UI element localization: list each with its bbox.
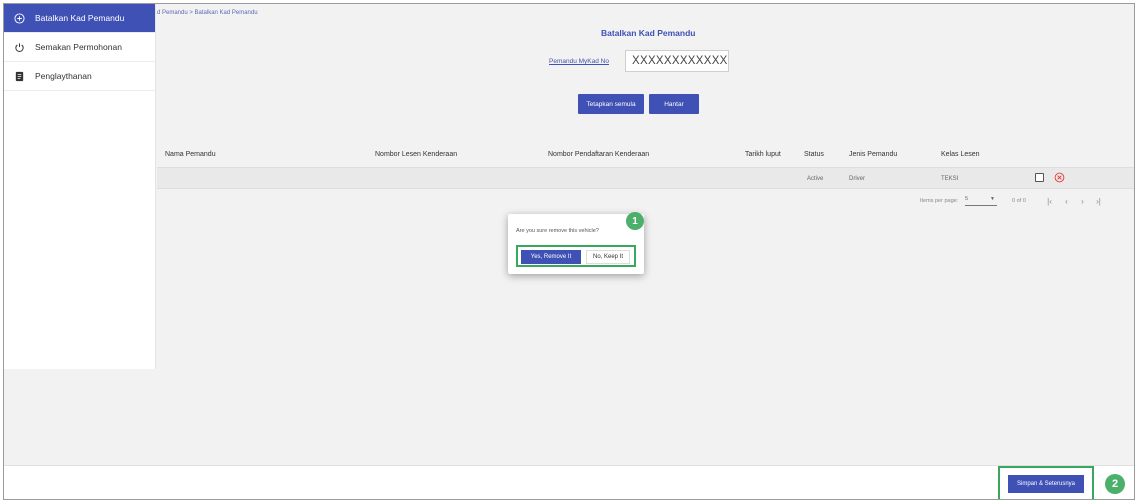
dialog-message: Are you sure remove this vehicle?	[516, 228, 599, 234]
mykad-label: Pemandu MyKad No	[549, 58, 609, 65]
first-page-icon[interactable]: |‹	[1045, 196, 1054, 206]
sidebar-item-label: Penglaythanan	[35, 71, 92, 81]
page-size-value: 5	[965, 196, 969, 202]
plus-circle-icon	[14, 12, 25, 24]
cell-status: Active	[807, 176, 824, 182]
step-badge-1: 1	[626, 212, 644, 230]
page-title: Batalkan Kad Pemandu	[601, 28, 696, 38]
submit-button[interactable]: Hantar	[649, 94, 699, 114]
table-header: Nama Pemandu Nombor Lesen Kenderaan Nomb…	[157, 142, 1134, 166]
save-continue-button[interactable]: Simpan & Seterusnya	[1008, 475, 1084, 493]
column-header: Tarikh luput	[745, 151, 781, 158]
cell-jenis: Driver	[849, 176, 865, 182]
column-header: Nama Pemandu	[165, 151, 216, 158]
confirm-dialog: Are you sure remove this vehicle? Yes, R…	[508, 214, 644, 274]
next-page-icon[interactable]: ›	[1078, 196, 1087, 206]
mykad-input[interactable]	[625, 50, 729, 72]
footer: Simpan & Seterusnya 2	[4, 465, 1134, 499]
column-header: Status	[804, 151, 824, 158]
document-icon	[14, 71, 25, 82]
sidebar: Batalkan Kad Pemandu Semakan Permohonan …	[4, 4, 156, 369]
page-size-select[interactable]: 5 ▼	[965, 196, 997, 206]
power-icon	[14, 42, 25, 53]
range-label: 0 of 0	[1012, 198, 1026, 204]
breadcrumb[interactable]: d Pemandu > Batalkan Kad Pemandu	[157, 10, 258, 16]
cell-kelas: TEKSI	[941, 176, 959, 182]
column-header: Nombor Lesen Kenderaan	[375, 151, 458, 158]
column-header: Jenis Pemandu	[849, 151, 898, 158]
items-per-page-label: Items per page:	[920, 198, 959, 204]
no-keep-button[interactable]: No, Keep It	[586, 250, 630, 264]
row-checkbox[interactable]	[1035, 173, 1044, 182]
paginator: Items per page: 5 ▼ 0 of 0 |‹ ‹ › ›|	[157, 196, 1134, 210]
step-badge-2: 2	[1105, 474, 1125, 494]
sidebar-item-label: Semakan Permohonan	[35, 42, 122, 52]
column-header: Kelas Lesen	[941, 151, 980, 158]
column-header: Nombor Pendaftaran Kenderaan	[548, 151, 650, 158]
remove-circle-icon[interactable]	[1054, 172, 1065, 183]
sidebar-item-penglaythanan[interactable]: Penglaythanan	[4, 62, 155, 91]
chevron-down-icon: ▼	[990, 196, 995, 202]
sidebar-item-label: Batalkan Kad Pemandu	[35, 13, 125, 23]
app-window: Batalkan Kad Pemandu Semakan Permohonan …	[3, 3, 1135, 500]
reset-button[interactable]: Tetapkan semula	[578, 94, 644, 114]
previous-page-icon[interactable]: ‹	[1062, 196, 1071, 206]
sidebar-item-semakan-permohonan[interactable]: Semakan Permohonan	[4, 33, 155, 62]
last-page-icon[interactable]: ›|	[1094, 196, 1103, 206]
yes-remove-button[interactable]: Yes, Remove It	[521, 250, 581, 264]
table-row: Active Driver TEKSI	[157, 167, 1134, 189]
sidebar-item-batalkan-kad-pemandu[interactable]: Batalkan Kad Pemandu	[4, 4, 155, 33]
